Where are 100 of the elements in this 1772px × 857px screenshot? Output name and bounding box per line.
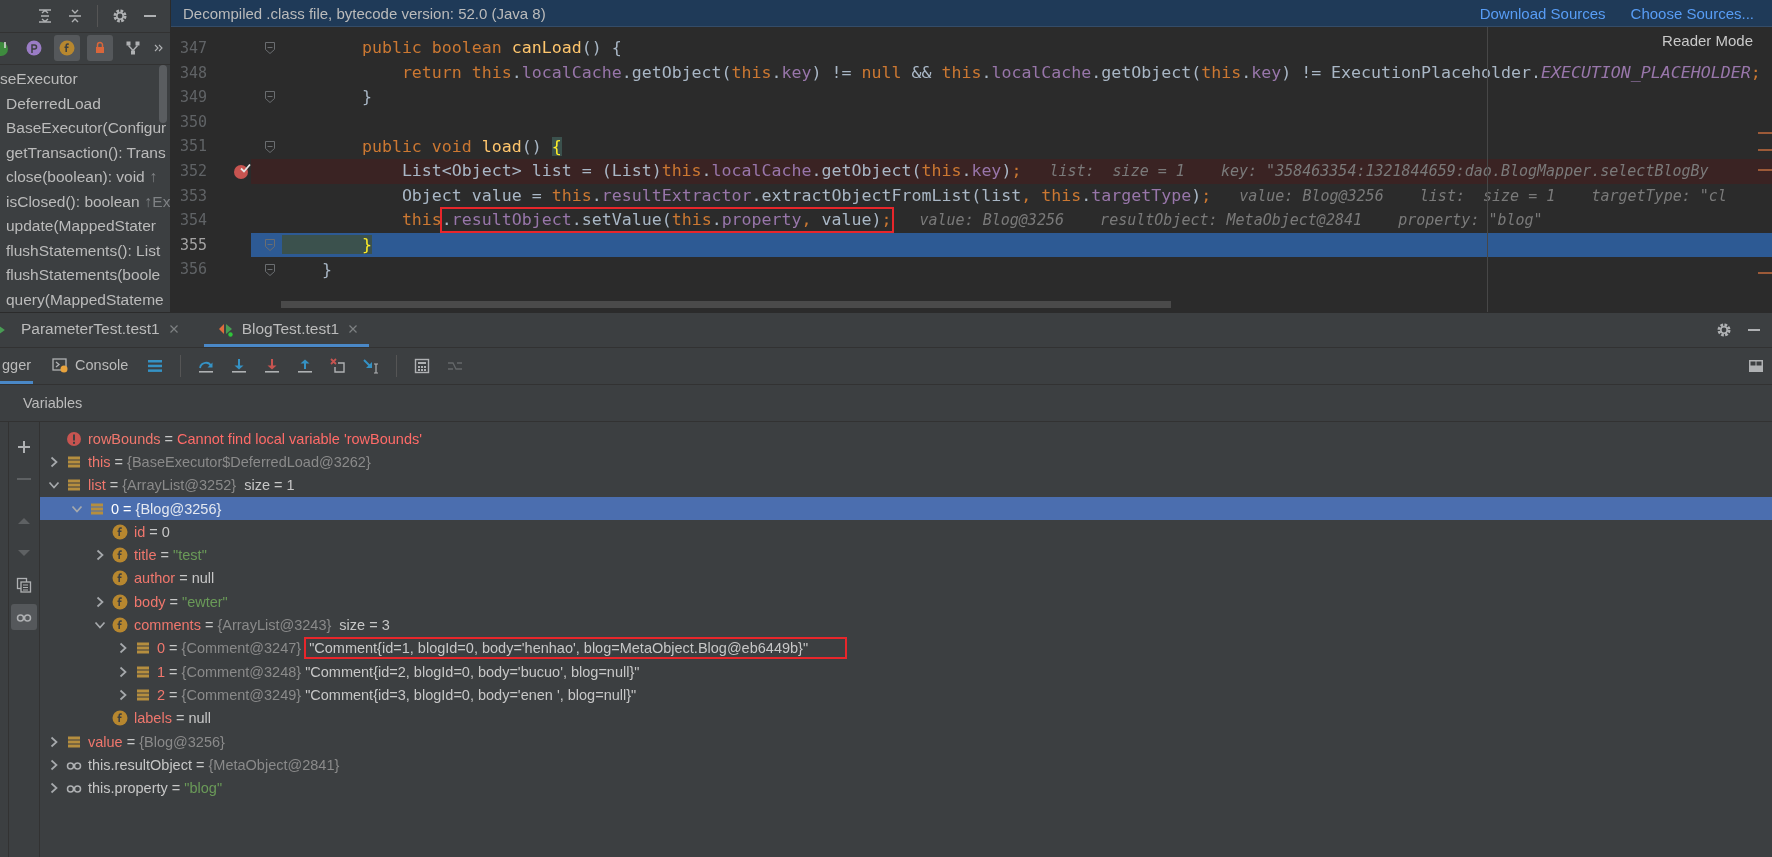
structure-item[interactable]: BaseExecutor(Configur <box>0 116 170 141</box>
annotated-code: .resultObject.setValue(this.property, value); <box>441 209 892 232</box>
scrollbar-thumb[interactable] <box>159 65 167 123</box>
run-to-cursor-icon <box>363 358 380 374</box>
fold-marker-icon[interactable] <box>264 139 276 154</box>
structure-item[interactable]: query(MappedStateme <box>0 287 170 312</box>
line-number: 354 <box>178 210 207 232</box>
field-icon <box>112 617 128 633</box>
variable-row[interactable]: 2 = {Comment@3249} "Comment{id=3, blogId=0, body='enen ', blog=null}" <box>40 683 1772 707</box>
watches-button[interactable] <box>11 604 37 630</box>
run-tab[interactable]: ParameterTest.test1 <box>17 313 190 347</box>
fold-marker-icon[interactable] <box>264 90 276 105</box>
structure-item[interactable]: close(boolean): void ↑ <box>0 165 170 190</box>
hierarchy-icon <box>125 40 141 57</box>
code-line: return this.localCache.getObject(this.key) != null && this.localCache.getObject(this.key) != ExecutionPlaceholder.EXECUTION_PLACEHOLDER; <box>400 61 1761 84</box>
step-into-icon <box>231 358 248 374</box>
variable-entry: value = {Blog@3256} <box>88 733 225 750</box>
menu-icon <box>147 358 164 374</box>
drop-frame-button[interactable] <box>330 358 347 374</box>
plus-icon <box>16 439 32 455</box>
line-number: 350 <box>178 111 207 133</box>
variable-row[interactable]: 0 = {Blog@3256} <box>40 496 1772 521</box>
variable-entry: rowBounds = Cannot find local variable 'rowBounds' <box>88 430 422 447</box>
drop-frame-icon <box>330 358 347 374</box>
settings-icon[interactable] <box>1716 322 1732 338</box>
expand-all-icon[interactable] <box>37 7 53 24</box>
structure-item[interactable]: seExecutor <box>0 67 170 92</box>
variable-row[interactable]: 0 = {Comment@3247} "Comment{id=1, blogId=0, body='henhao', blog=MetaObject.Blog@eb6449b}" <box>40 636 1772 660</box>
field-icon <box>112 523 128 540</box>
code-line: Object value = this.resultExtractor.extractObjectFromList(list, this.targetType); <box>400 184 1212 207</box>
structure-item[interactable]: flushStatements(): List <box>0 238 170 263</box>
variable-row[interactable]: this.property = "blog" <box>40 776 1772 800</box>
settings-icon[interactable] <box>112 7 128 24</box>
reader-mode-link[interactable]: Reader Mode <box>1662 32 1753 49</box>
variable-entry: this.property = "blog" <box>88 780 223 797</box>
variable-row[interactable]: rowBounds = Cannot find local variable 'rowBounds' <box>40 427 1772 451</box>
variable-entry: id = 0 <box>134 523 170 540</box>
variable-row[interactable]: body = "ewter" <box>40 590 1772 614</box>
tool-tab[interactable]: Console <box>50 348 131 384</box>
variable-row[interactable]: title = "test" <box>40 543 1772 567</box>
step-out-icon <box>297 358 314 374</box>
line-number: 352 <box>178 160 207 182</box>
banner-link[interactable]: Download Sources <box>1479 4 1606 22</box>
line-number: 351 <box>178 136 207 158</box>
variable-row[interactable]: value = {Blog@3256} <box>40 729 1772 754</box>
scrollbar-thumb[interactable] <box>281 301 1171 308</box>
variable-entry: 1 = {Comment@3248} "Comment{id=2, blogId=0, body='bucuo', blog=null}" <box>157 663 640 680</box>
code-line: } <box>320 258 332 281</box>
structure-item[interactable]: flushStatements(boole <box>0 263 170 288</box>
fold-marker-icon[interactable] <box>264 41 276 56</box>
filter-toggle[interactable] <box>54 35 80 62</box>
structure-item[interactable]: getTransaction(): Trans <box>0 140 170 165</box>
variable-row[interactable]: id = 0 <box>40 520 1772 544</box>
variable-row[interactable]: author = null <box>40 566 1772 591</box>
variable-entry: this.resultObject = {MetaObject@2841} <box>88 756 340 773</box>
code-line: this <box>400 209 442 232</box>
inline-hint: value: Blog@3256 resultObject: MetaObject@2841 property: "blog" <box>919 211 1543 230</box>
stripe-mark <box>1758 132 1772 134</box>
line-number: 353 <box>178 185 207 207</box>
force-step-into-icon <box>264 358 281 374</box>
force-step-into-button[interactable] <box>264 358 281 374</box>
close-icon[interactable] <box>347 322 360 335</box>
tool-tab[interactable]: gger <box>0 348 34 384</box>
code-line: List<Object> list = (List)this.localCache.getObject(this.key); <box>400 160 1022 183</box>
structure-item[interactable]: DeferredLoad <box>0 91 170 116</box>
filter-toggle[interactable] <box>87 35 113 62</box>
step-out-button[interactable] <box>297 358 314 374</box>
variable-row[interactable]: 1 = {Comment@3248} "Comment{id=2, blogId=0, body='bucuo', blog=null}" <box>40 659 1772 684</box>
banner-link[interactable]: Choose Sources... <box>1630 4 1754 22</box>
structure-item[interactable]: isClosed(): boolean ↑Ex <box>0 189 170 214</box>
fold-marker-icon[interactable] <box>264 238 276 253</box>
object-icon <box>66 477 82 494</box>
layout-icon[interactable] <box>1748 358 1764 374</box>
variable-entry: 0 = {Blog@3256} <box>111 500 222 517</box>
variable-row[interactable]: list = {ArrayList@3252} size = 1 <box>40 473 1772 497</box>
error-icon <box>66 430 82 447</box>
stripe-mark <box>1758 272 1772 274</box>
evaluate-button[interactable] <box>414 358 431 374</box>
line-number: 355 <box>178 234 207 256</box>
close-icon[interactable] <box>167 322 180 335</box>
breakpoint-icon[interactable] <box>233 162 251 181</box>
step-into-button[interactable] <box>231 358 248 374</box>
frames-menu-button[interactable] <box>147 358 164 374</box>
run-tab[interactable]: BlogTest.test1 <box>203 313 370 347</box>
field-icon <box>112 570 128 587</box>
run-to-cursor-button[interactable] <box>363 358 380 374</box>
field-icon <box>112 710 128 727</box>
stripe-mark <box>1758 169 1772 171</box>
inherited-mark: ↑Ex <box>144 192 170 210</box>
structure-item[interactable]: update(MappedStater <box>0 214 170 239</box>
variable-entry: author = null <box>134 570 215 587</box>
variable-row[interactable]: this = {BaseExecutor$DeferredLoad@3262} <box>40 450 1772 474</box>
variable-row[interactable]: labels = null <box>40 706 1772 730</box>
variable-row[interactable]: this.resultObject = {MetaObject@2841} <box>40 753 1772 777</box>
minus-icon <box>17 478 31 480</box>
variable-row[interactable]: comments = {ArrayList@3243} size = 3 <box>40 613 1772 637</box>
fold-marker-icon[interactable] <box>264 262 276 277</box>
collapse-all-icon[interactable] <box>67 7 83 24</box>
calculator-icon <box>414 358 431 374</box>
code-line: } <box>360 86 372 109</box>
